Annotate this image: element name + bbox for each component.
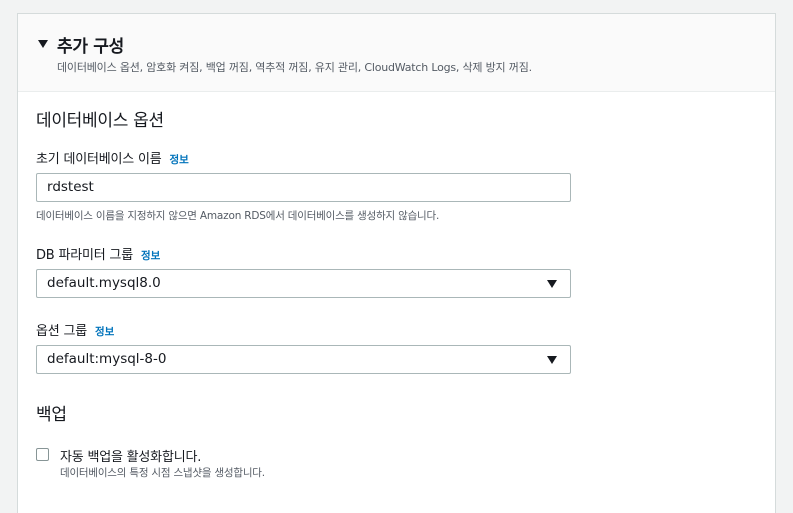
- additional-config-header[interactable]: 추가 구성 데이터베이스 옵션, 암호화 켜짐, 백업 꺼짐, 역추적 꺼짐, …: [18, 14, 775, 92]
- initial-db-name-label-row: 초기 데이터베이스 이름 정보: [36, 148, 189, 167]
- db-options-title: 데이터베이스 옵션: [36, 111, 164, 131]
- param-group-value: default.mysql8.0: [47, 275, 161, 291]
- initial-db-name-hint: 데이터베이스 이름을 지정하지 않으면 Amazon RDS에서 데이터베이스를…: [36, 210, 440, 222]
- backup-title: 백업: [36, 405, 67, 425]
- dropdown-arrow-icon: [547, 280, 557, 288]
- caret-down-icon[interactable]: [38, 40, 48, 48]
- additional-config-panel: 추가 구성 데이터베이스 옵션, 암호화 켜짐, 백업 꺼짐, 역추적 꺼짐, …: [17, 13, 776, 513]
- section-description: 데이터베이스 옵션, 암호화 켜짐, 백업 꺼짐, 역추적 꺼짐, 유지 관리,…: [57, 61, 532, 74]
- option-group-info-link[interactable]: 정보: [95, 326, 114, 338]
- param-group-info-link[interactable]: 정보: [141, 250, 160, 262]
- option-group-value: default:mysql-8-0: [47, 351, 167, 367]
- param-group-select[interactable]: default.mysql8.0: [36, 269, 571, 298]
- option-group-label: 옵션 그룹: [36, 324, 87, 339]
- option-group-select[interactable]: default:mysql-8-0: [36, 345, 571, 374]
- initial-db-name-label: 초기 데이터베이스 이름: [36, 152, 162, 167]
- section-title[interactable]: 추가 구성: [57, 32, 124, 57]
- param-group-label: DB 파라미터 그룹: [36, 248, 133, 263]
- auto-backup-checkbox[interactable]: [36, 448, 49, 461]
- option-group-label-row: 옵션 그룹 정보: [36, 320, 114, 339]
- initial-db-name-info-link[interactable]: 정보: [169, 154, 188, 166]
- auto-backup-description: 데이터베이스의 특정 시점 스냅샷을 생성합니다.: [60, 467, 265, 479]
- param-group-label-row: DB 파라미터 그룹 정보: [36, 244, 160, 263]
- auto-backup-label[interactable]: 자동 백업을 활성화합니다.: [60, 446, 201, 465]
- dropdown-arrow-icon: [547, 356, 557, 364]
- initial-db-name-input[interactable]: rdstest: [36, 173, 571, 202]
